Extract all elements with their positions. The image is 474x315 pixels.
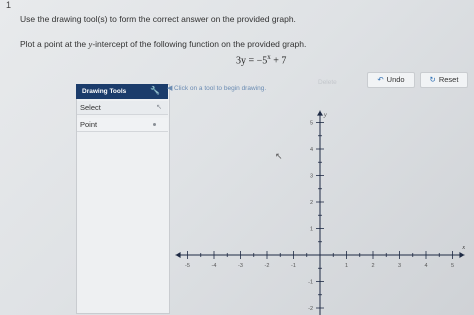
- reset-button[interactable]: ↻ Reset: [420, 72, 468, 88]
- y-tick-label: 5: [310, 121, 313, 127]
- question-prompt: Plot a point at the y-intercept of the f…: [20, 39, 307, 49]
- y-tick-label: -1: [308, 280, 313, 286]
- x-tick-label: -4: [212, 263, 217, 269]
- x-tick-label: -3: [238, 263, 243, 269]
- x-tick-label: 3: [398, 263, 401, 269]
- x-tick-label: -2: [265, 263, 270, 269]
- x-tick-label: -1: [291, 263, 296, 269]
- hint-arrow-icon: ◀: [167, 85, 173, 92]
- graph-axes: [175, 110, 465, 315]
- tool-select[interactable]: Select ↖: [77, 101, 168, 115]
- y-tick-label: 4: [310, 147, 313, 153]
- cursor-icon: ↖: [156, 104, 162, 111]
- x-tick-label: 1: [345, 263, 348, 269]
- tool-select-label: Select: [80, 103, 101, 112]
- x-tick-label: 5: [451, 263, 454, 269]
- y-tick-label: -2: [308, 306, 313, 312]
- x-axis-left-arrow-icon: [175, 252, 181, 258]
- y-tick-label: 3: [310, 174, 313, 180]
- undo-label: Undo: [386, 75, 405, 84]
- y-tick-label: 2: [310, 200, 313, 206]
- reset-label: Reset: [438, 75, 459, 84]
- undo-icon: ↶: [377, 75, 384, 84]
- tool-point-label: Point: [80, 120, 98, 129]
- mouse-cursor-icon: ↖: [275, 151, 283, 161]
- y-axis-up-arrow-icon: [317, 110, 323, 116]
- y-tick-label: 1: [310, 227, 313, 233]
- x-tick-label: -5: [185, 263, 190, 269]
- delete-button[interactable]: Delete: [318, 79, 337, 86]
- hint-text: Click on a tool to begin drawing.: [174, 85, 267, 92]
- function-equation: 3y = −5x + 7: [236, 53, 287, 67]
- instruction-text: Use the drawing tool(s) to form the corr…: [20, 14, 296, 24]
- wrench-icon: 🔧: [150, 86, 160, 95]
- x-tick-label: 4: [424, 263, 427, 269]
- y-axis-label: y: [323, 113, 327, 119]
- reset-icon: ↻: [429, 75, 436, 84]
- point-icon: [153, 123, 156, 126]
- graph-ticks: x y -5 -4 -3 -2 -1 1 2 3 4 5 5 4 3 2 1 -1 -2: [185, 113, 465, 312]
- x-axis-right-arrow-icon: [459, 252, 465, 258]
- x-tick-label: 2: [371, 263, 374, 269]
- coordinate-graph[interactable]: x y -5 -4 -3 -2 -1 1 2 3 4 5 5 4 3 2 1 -1 -2: [170, 95, 472, 315]
- undo-button[interactable]: ↶ Undo: [367, 72, 415, 88]
- question-number: 1: [6, 0, 12, 10]
- x-axis-label: x: [461, 245, 465, 251]
